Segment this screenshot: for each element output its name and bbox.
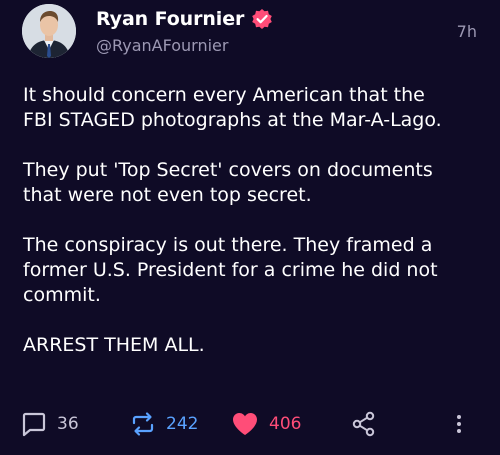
action-bar: 36 242 406 xyxy=(0,408,500,440)
author-handle[interactable]: @RyanAFournier xyxy=(96,36,228,55)
author-name[interactable]: Ryan Fournier xyxy=(96,8,244,30)
like-count: 406 xyxy=(269,414,302,434)
post-paragraph: It should concern every American that th… xyxy=(23,84,442,131)
post-paragraph: ARREST THEM ALL. xyxy=(23,334,205,356)
like-button[interactable]: 406 xyxy=(231,408,301,440)
repost-count: 242 xyxy=(166,414,199,434)
share-button[interactable] xyxy=(352,408,376,440)
avatar[interactable] xyxy=(22,4,76,58)
share-icon xyxy=(352,411,376,437)
post-card: Ryan Fournier @RyanAFournier 7h It shoul… xyxy=(0,0,500,455)
more-vertical-icon xyxy=(452,411,466,437)
repost-button[interactable]: 242 xyxy=(130,408,198,440)
reply-icon xyxy=(21,411,47,437)
reply-button[interactable]: 36 xyxy=(21,408,79,440)
post-body: It should concern every American that th… xyxy=(23,83,488,383)
post-paragraph: They put 'Top Secret' covers on document… xyxy=(23,159,433,206)
post-paragraph: The conspiracy is out there. They framed… xyxy=(23,234,438,306)
author-row: Ryan Fournier xyxy=(96,7,273,31)
repost-icon xyxy=(130,411,156,437)
more-options-button[interactable] xyxy=(452,408,466,440)
heart-icon xyxy=(231,411,259,437)
post-timestamp[interactable]: 7h xyxy=(457,22,477,41)
verified-badge-icon xyxy=(251,8,273,30)
reply-count: 36 xyxy=(57,414,79,434)
